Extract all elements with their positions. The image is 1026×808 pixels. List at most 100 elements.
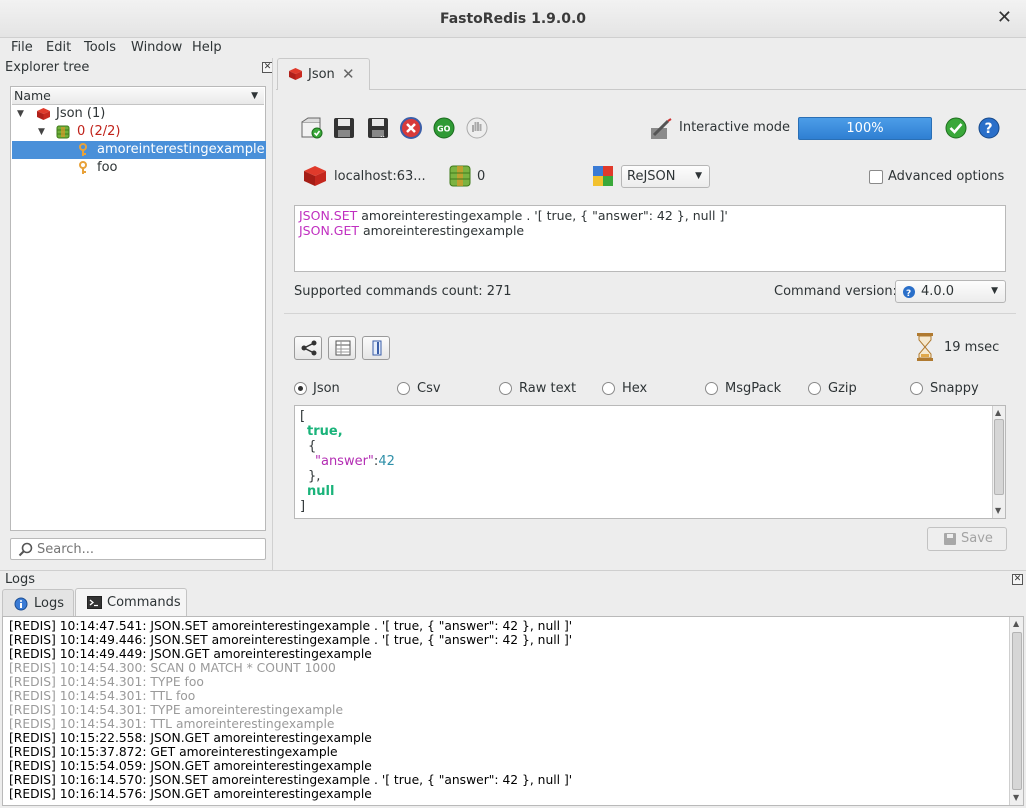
tab-json[interactable]: Json ✕	[277, 58, 370, 90]
scroll-up-icon[interactable]: ▲	[995, 408, 1001, 417]
commands-log[interactable]: [REDIS] 10:14:47.541: JSON.SET amoreinte…	[2, 616, 1024, 806]
json-line: [	[300, 409, 306, 424]
result-scrollbar[interactable]: ▲ ▼	[992, 406, 1005, 518]
validate-check-icon[interactable]	[944, 116, 968, 140]
stop-icon[interactable]	[399, 116, 423, 140]
save-result-button[interactable]: Save	[927, 527, 1007, 551]
json-line: {	[308, 439, 317, 454]
scroll-up-icon[interactable]: ▲	[1013, 619, 1019, 628]
logs-close-icon[interactable]: ✕	[1012, 574, 1023, 585]
explorer-tree[interactable]: Name ▼ ▼ Json (1) ▼ 0 (2/2) amoreinteres…	[10, 86, 266, 531]
save-result-label: Save	[961, 531, 993, 546]
tab-close-icon[interactable]: ✕	[342, 65, 355, 83]
tab-logs[interactable]: Logs	[2, 589, 74, 617]
expand-triangle-icon[interactable]: ▼	[38, 123, 45, 141]
scroll-thumb[interactable]	[994, 419, 1004, 495]
advanced-options-checkbox[interactable]	[869, 170, 883, 184]
scroll-down-icon[interactable]: ▼	[995, 506, 1001, 515]
log-line: [REDIS] 10:16:14.576: JSON.GET amoreinte…	[9, 787, 372, 801]
database-icon	[56, 125, 70, 139]
redis-server-icon	[37, 108, 50, 120]
format-label: MsgPack	[725, 381, 782, 396]
progress-bar: 100%	[798, 117, 932, 140]
expand-triangle-icon[interactable]: ▼	[17, 105, 24, 123]
json-null: null	[307, 484, 335, 499]
redis-server-icon	[304, 166, 326, 186]
window-title: FastoRedis 1.9.0.0	[439, 11, 587, 27]
scroll-thumb[interactable]	[1012, 632, 1022, 790]
window-close-button[interactable]: ✕	[997, 8, 1012, 28]
format-label: Csv	[417, 381, 441, 396]
log-scrollbar[interactable]: ▲ ▼	[1009, 617, 1023, 805]
tree-item-key-selected[interactable]: amoreinterestingexample	[12, 141, 266, 159]
format-radio-json[interactable]	[294, 382, 307, 395]
svg-text:GO: GO	[437, 125, 451, 134]
server-name: localhost:63...	[334, 169, 426, 184]
tab-commands[interactable]: Commands	[75, 588, 187, 617]
key-icon	[79, 161, 87, 174]
format-label: Raw text	[519, 381, 577, 396]
save-as-icon[interactable]: ..	[366, 116, 390, 140]
query-line: JSON.SET amoreinterestingexample . '[ tr…	[299, 208, 728, 223]
table-view-button[interactable]	[328, 336, 356, 360]
tab-commands-label: Commands	[107, 595, 181, 610]
menu-window[interactable]: Window	[131, 40, 182, 55]
svg-text:..: ..	[380, 130, 385, 139]
query-editor[interactable]: JSON.SET amoreinterestingexample . '[ tr…	[294, 205, 1006, 272]
result-json: [ true, { "answer":42 }, null ]	[300, 409, 395, 514]
menu-edit[interactable]: Edit	[46, 40, 71, 55]
format-radio-raw-text[interactable]	[499, 382, 512, 395]
format-radio-csv[interactable]	[397, 382, 410, 395]
format-radio-snappy[interactable]	[910, 382, 923, 395]
format-radio-msgpack[interactable]	[705, 382, 718, 395]
format-label: Snappy	[930, 381, 979, 396]
hourglass-icon	[917, 333, 933, 361]
execution-time: 19 msec	[944, 340, 1000, 355]
module-select[interactable]: ReJSON ▼	[621, 165, 710, 188]
load-file-icon[interactable]	[300, 116, 324, 140]
save-icon[interactable]	[332, 116, 356, 140]
log-line: [REDIS] 10:14:47.541: JSON.SET amoreinte…	[9, 619, 573, 633]
command-version-select[interactable]: ? 4.0.0 ▼	[895, 280, 1006, 303]
db-index: 0	[477, 169, 486, 184]
chevron-down-icon: ▼	[991, 286, 998, 296]
result-viewer[interactable]: [ true, { "answer":42 }, null ] ▲ ▼	[294, 405, 1006, 519]
module-select-value: ReJSON	[627, 169, 676, 184]
tree-item-key[interactable]: foo	[12, 159, 264, 177]
share-tree-icon	[301, 340, 317, 356]
tree-item-database[interactable]: ▼ 0 (2/2)	[12, 123, 264, 141]
query-command: JSON.SET	[299, 208, 358, 223]
log-line: [REDIS] 10:14:54.301: TTL amoreinteresti…	[9, 717, 335, 731]
stop-hand-icon[interactable]	[465, 116, 489, 140]
json-line: true,	[300, 424, 395, 439]
tree-item-label: foo	[97, 160, 118, 175]
menu-tools[interactable]: Tools	[84, 40, 116, 55]
search-input[interactable]	[37, 541, 257, 557]
text-view-button[interactable]	[362, 336, 390, 360]
redis-server-icon	[289, 68, 302, 80]
format-label: Gzip	[828, 381, 857, 396]
tree-item-label: Json (1)	[56, 106, 106, 121]
log-line: [REDIS] 10:16:14.570: JSON.SET amoreinte…	[9, 773, 573, 787]
tree-item-server[interactable]: ▼ Json (1)	[12, 105, 264, 123]
format-radio-gzip[interactable]	[808, 382, 821, 395]
query-args: amoreinterestingexample	[359, 223, 525, 238]
chevron-down-icon: ▼	[695, 171, 702, 181]
tree-view-button[interactable]	[294, 336, 322, 360]
menu-bar: File Edit Tools Window Help	[0, 38, 1026, 58]
panel-splitter[interactable]	[272, 58, 273, 570]
svg-text:?: ?	[906, 289, 911, 299]
format-radio-hex[interactable]	[602, 382, 615, 395]
scroll-down-icon[interactable]: ▼	[1013, 793, 1019, 802]
menu-file[interactable]: File	[11, 40, 33, 55]
execute-go-icon[interactable]: GO	[432, 116, 456, 140]
help-icon[interactable]: ?	[977, 116, 1001, 140]
tree-item-label: 0 (2/2)	[77, 124, 121, 139]
tab-logs-label: Logs	[34, 596, 64, 611]
log-line: [REDIS] 10:15:22.558: JSON.GET amoreinte…	[9, 731, 372, 745]
menu-help[interactable]: Help	[192, 40, 222, 55]
interactive-mode-icon	[651, 118, 672, 139]
explorer-search[interactable]	[10, 538, 266, 560]
separator	[284, 313, 1016, 314]
tree-column-header[interactable]: Name ▼	[12, 88, 264, 105]
